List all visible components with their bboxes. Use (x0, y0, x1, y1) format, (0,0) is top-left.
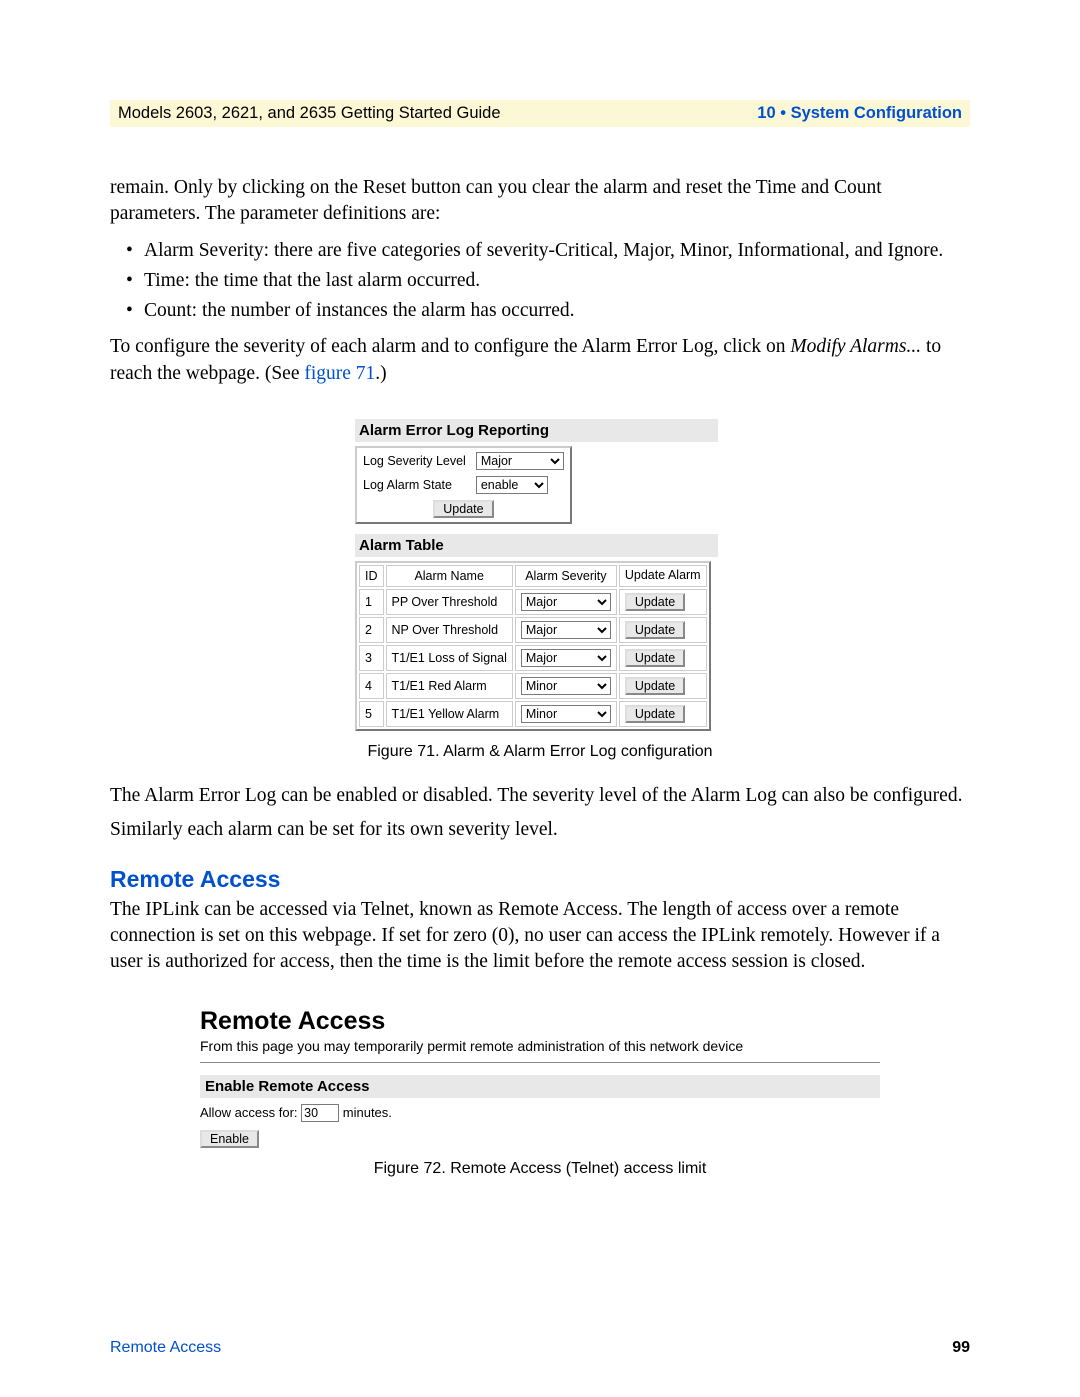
table-row: 3 T1/E1 Loss of Signal Major Update (359, 645, 707, 671)
severity-select[interactable]: Major (521, 593, 611, 611)
page-footer: Remote Access 99 (110, 1339, 970, 1357)
log-severity-label: Log Severity Level (359, 450, 470, 472)
bullet-item: Alarm Severity: there are five categorie… (110, 236, 970, 266)
figure-71-link[interactable]: figure 71 (304, 363, 375, 384)
remote-access-para: The IPLink can be accessed via Telnet, k… (110, 897, 970, 976)
figure-72: Remote Access From this page you may tem… (200, 1007, 880, 1148)
figure-71: Alarm Error Log Reporting Log Severity L… (355, 419, 725, 731)
para-configure: To configure the severity of each alarm … (110, 334, 970, 387)
minutes-input[interactable] (301, 1104, 339, 1122)
update-button[interactable]: Update (625, 677, 685, 695)
table-row: 2 NP Over Threshold Major Update (359, 617, 707, 643)
update-button[interactable]: Update (625, 621, 685, 639)
page-header: Models 2603, 2621, and 2635 Getting Star… (110, 100, 970, 127)
severity-select[interactable]: Minor (521, 705, 611, 723)
page-number: 99 (952, 1339, 970, 1357)
update-button[interactable]: Update (625, 705, 685, 723)
table-row: 1 PP Over Threshold Major Update (359, 589, 707, 615)
table-row: 4 T1/E1 Red Alarm Minor Update (359, 673, 707, 699)
alarm-table: ID Alarm Name Alarm Severity Update Alar… (355, 561, 711, 731)
col-name: Alarm Name (386, 565, 513, 587)
col-severity: Alarm Severity (515, 565, 617, 587)
allow-access-line: Allow access for: minutes. (200, 1104, 880, 1122)
header-left: Models 2603, 2621, and 2635 Getting Star… (118, 104, 501, 123)
log-state-label: Log Alarm State (359, 474, 470, 496)
severity-select[interactable]: Minor (521, 677, 611, 695)
enable-remote-heading: Enable Remote Access (200, 1075, 880, 1098)
modify-alarms-em: Modify Alarms... (790, 336, 921, 357)
severity-select[interactable]: Major (521, 649, 611, 667)
severity-select[interactable]: Major (521, 621, 611, 639)
para-each-alarm: Similarly each alarm can be set for its … (110, 817, 970, 843)
footer-section: Remote Access (110, 1339, 221, 1357)
col-id: ID (359, 565, 384, 587)
remote-access-subtitle: From this page you may temporarily permi… (200, 1038, 880, 1063)
alarm-log-table: Log Severity Level Major Log Alarm State… (355, 446, 572, 524)
alarm-log-update-button[interactable]: Update (433, 500, 493, 518)
col-update: Update Alarm (619, 565, 707, 587)
log-state-select[interactable]: enable (476, 476, 548, 494)
alarm-log-heading: Alarm Error Log Reporting (355, 419, 718, 442)
figure-71-caption: Figure 71. Alarm & Alarm Error Log confi… (110, 743, 970, 761)
enable-button[interactable]: Enable (200, 1130, 259, 1148)
bullet-item: Count: the number of instances the alarm… (110, 296, 970, 326)
header-right: 10 • System Configuration (757, 104, 962, 123)
remote-access-heading: Remote Access (110, 866, 970, 893)
update-button[interactable]: Update (625, 593, 685, 611)
bullet-item: Time: the time that the last alarm occur… (110, 266, 970, 296)
update-button[interactable]: Update (625, 649, 685, 667)
para-enable-disable: The Alarm Error Log can be enabled or di… (110, 783, 970, 809)
bullet-list: Alarm Severity: there are five categorie… (110, 236, 970, 327)
log-severity-select[interactable]: Major (476, 452, 564, 470)
para-intro: remain. Only by clicking on the Reset bu… (110, 175, 970, 228)
table-row: 5 T1/E1 Yellow Alarm Minor Update (359, 701, 707, 727)
alarm-table-heading: Alarm Table (355, 534, 718, 557)
remote-access-title: Remote Access (200, 1007, 880, 1036)
figure-72-caption: Figure 72. Remote Access (Telnet) access… (110, 1160, 970, 1178)
